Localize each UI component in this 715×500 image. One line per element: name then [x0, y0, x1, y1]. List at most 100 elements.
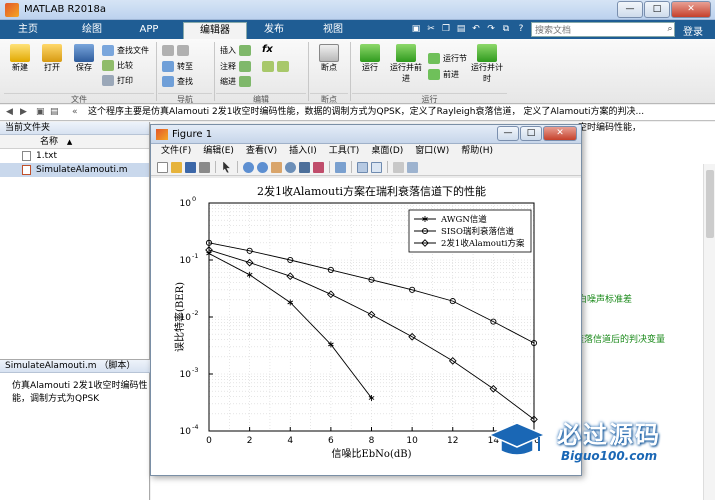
details-description: 仿真Alamouti 2发1收空时编码性能，调制方式为QPSK: [12, 381, 148, 404]
search-documentation-input[interactable]: [531, 22, 675, 37]
data-cursor-icon[interactable]: [299, 161, 310, 173]
matlab-logo-icon: [5, 3, 19, 17]
find-files-label: 查找文件: [117, 46, 149, 55]
pan-icon[interactable]: [271, 161, 282, 173]
goto-button[interactable]: 转至: [162, 61, 193, 72]
run-section-label: 运行节: [443, 54, 467, 63]
advance-icon: [428, 69, 440, 80]
menu-view[interactable]: 查看(V): [246, 144, 277, 159]
menu-tools[interactable]: 工具(T): [329, 144, 360, 159]
menu-insert[interactable]: 插入(I): [289, 144, 317, 159]
link-plot-icon[interactable]: [335, 161, 346, 173]
name-column-label: 名称: [40, 137, 59, 147]
find-icon: [162, 76, 174, 87]
copy-icon[interactable]: ❐: [440, 23, 452, 35]
save-button[interactable]: 保存: [70, 44, 98, 73]
paste-icon[interactable]: ▤: [455, 23, 467, 35]
fx-button[interactable]: fx: [262, 44, 273, 55]
search-icon[interactable]: ⌕: [664, 23, 676, 35]
figure-minimize-button[interactable]: —: [497, 126, 519, 141]
maximize-button[interactable]: □: [644, 1, 670, 18]
find-button[interactable]: 查找: [162, 76, 193, 87]
tab-home[interactable]: 主页: [8, 22, 48, 39]
pointer-icon[interactable]: [223, 161, 230, 173]
toolbar-separator: [237, 161, 238, 173]
advance-label: 前进: [443, 70, 459, 79]
group-nav-label: 导航: [158, 93, 212, 104]
name-column-header[interactable]: 名称 ▲: [0, 135, 149, 149]
y-tick-exponent: -2: [192, 309, 198, 317]
tab-apps[interactable]: APP: [124, 22, 174, 39]
forward-icon[interactable]: ▶: [20, 105, 27, 120]
menu-edit[interactable]: 编辑(E): [203, 144, 234, 159]
compare-button[interactable]: 比较: [102, 60, 133, 71]
menu-desktop[interactable]: 桌面(D): [371, 144, 403, 159]
back-arrow-icon: [162, 45, 174, 56]
brush-icon[interactable]: [313, 161, 324, 173]
ribbon-separator: [214, 42, 215, 101]
minimize-button[interactable]: —: [617, 1, 643, 18]
colorbar-icon[interactable]: [357, 161, 368, 173]
menu-file[interactable]: 文件(F): [161, 144, 191, 159]
figure-icon: [156, 129, 168, 140]
zoom-out-icon[interactable]: [257, 161, 268, 173]
legend[interactable]: AWGN信道SISO瑞利衰落信道2发1收Alamouti方案: [408, 209, 532, 253]
comment-button[interactable]: 注释: [220, 61, 251, 72]
run-and-time-button[interactable]: 运行并计时: [470, 44, 504, 84]
save-quick-icon[interactable]: ▣: [410, 23, 422, 35]
file-item[interactable]: 1.txt: [0, 149, 149, 163]
hide-plot-tools-icon[interactable]: [393, 161, 404, 173]
scroll-thumb[interactable]: [706, 170, 714, 238]
advance-button[interactable]: 前进: [428, 69, 459, 80]
new-button[interactable]: 新建: [6, 44, 34, 73]
login-button[interactable]: 登录: [683, 23, 703, 38]
breakpoints-button[interactable]: 断点: [312, 44, 346, 73]
figure-close-button[interactable]: ✕: [543, 126, 577, 141]
undo-icon[interactable]: ↶: [470, 23, 482, 35]
tab-view[interactable]: 视图: [305, 22, 361, 39]
browse-folder-icon[interactable]: ▤: [50, 105, 59, 120]
tab-plots[interactable]: 绘图: [70, 22, 114, 39]
y-axis-label: 误比特率(BER): [173, 282, 186, 352]
insert-button[interactable]: 插入: [220, 45, 251, 56]
print-label: 打印: [117, 76, 133, 85]
menu-help[interactable]: 帮助(H): [461, 144, 493, 159]
find-files-button[interactable]: 查找文件: [102, 45, 149, 56]
zoom-in-icon[interactable]: [243, 161, 254, 173]
run-and-advance-button[interactable]: 运行并前进: [390, 44, 422, 84]
menu-window[interactable]: 窗口(W): [415, 144, 449, 159]
close-button[interactable]: ✕: [671, 1, 711, 18]
cut-icon[interactable]: ✂: [425, 23, 437, 35]
printer-icon: [102, 75, 114, 86]
edit-tools[interactable]: [262, 61, 289, 72]
file-item[interactable]: SimulateAlamouti.m: [0, 163, 149, 177]
legend-icon[interactable]: [371, 161, 382, 173]
nav-arrows[interactable]: [162, 45, 189, 56]
editor-scrollbar[interactable]: [703, 164, 715, 500]
new-figure-icon[interactable]: [157, 161, 168, 173]
print-figure-icon[interactable]: [199, 161, 210, 173]
code-comment-line[interactable]: 衰落信道后的判决变量: [575, 332, 665, 345]
figure-maximize-button[interactable]: □: [520, 126, 542, 141]
run-button[interactable]: 运行: [355, 44, 385, 73]
current-path[interactable]: 这个程序主要是仿真Alamouti 2发1收空时编码性能，数据的调制方式为QPS…: [88, 105, 644, 120]
figure-title-bar[interactable]: Figure 1 — □ ✕: [151, 125, 581, 144]
open-button[interactable]: 打开: [38, 44, 66, 73]
tab-publish[interactable]: 发布: [254, 22, 294, 39]
indent-button[interactable]: 缩进: [220, 76, 251, 87]
redo-icon[interactable]: ↷: [485, 23, 497, 35]
file-name: 1.txt: [36, 151, 57, 161]
path-expand-icon[interactable]: «: [72, 105, 78, 120]
figure-toolbar: [151, 159, 581, 176]
tab-editor[interactable]: 编辑器: [183, 22, 247, 39]
up-folder-icon[interactable]: ▣: [36, 105, 45, 120]
open-file-icon[interactable]: [171, 161, 182, 173]
help-icon[interactable]: ?: [515, 23, 527, 35]
print-button[interactable]: 打印: [102, 75, 133, 86]
switch-window-icon[interactable]: ⧉: [500, 23, 512, 35]
show-plot-tools-icon[interactable]: [407, 161, 418, 173]
rotate-3d-icon[interactable]: [285, 161, 296, 173]
save-figure-icon[interactable]: [185, 161, 196, 173]
run-section-button[interactable]: 运行节: [428, 53, 467, 64]
back-icon[interactable]: ◀: [6, 105, 13, 120]
